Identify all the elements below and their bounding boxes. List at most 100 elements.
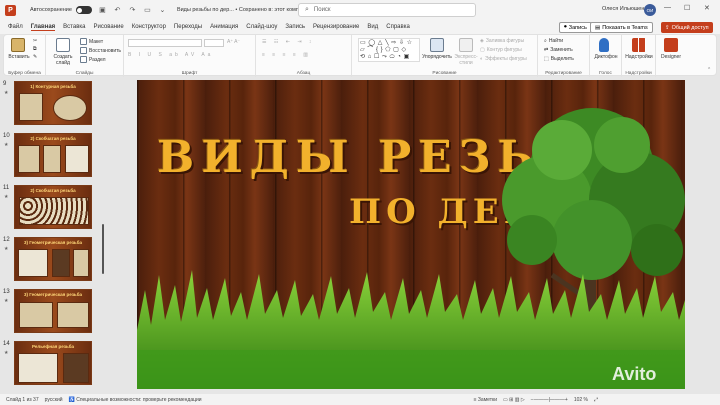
thumb-image bbox=[73, 249, 89, 277]
accessibility-status[interactable]: ♿ Специальные возможности: проверьте рек… bbox=[69, 397, 202, 403]
slide-thumbnail-10[interactable]: 2) Скобчатая резьба bbox=[14, 133, 92, 177]
slide-canvas[interactable]: ВИДЫ РЕЗЬБЫ ПО ДЕРЕВУ bbox=[137, 80, 685, 389]
undo-icon[interactable]: ↶ bbox=[113, 6, 122, 15]
thumb-image bbox=[19, 93, 43, 121]
thumb-image bbox=[19, 197, 89, 225]
alignment-icons[interactable]: ≡ ≡ ≡ ≡ ▥ bbox=[262, 52, 311, 58]
notes-button[interactable]: ≡ Заметки bbox=[474, 397, 497, 403]
thumb-image bbox=[52, 249, 70, 277]
layout-button[interactable]: Макет bbox=[80, 38, 103, 45]
thumb-number: 12 bbox=[3, 237, 10, 243]
paste-icon[interactable] bbox=[11, 38, 25, 52]
tab-view[interactable]: Вид bbox=[367, 24, 378, 30]
paste-button[interactable]: Вставить bbox=[4, 54, 34, 60]
font-style-icons[interactable]: B I U S ab AV Aa bbox=[128, 52, 213, 58]
slide-counter: Слайд 1 из 37 bbox=[6, 396, 39, 403]
dictate-button[interactable]: Диктофон bbox=[591, 54, 621, 60]
zoom-level[interactable]: 102 % bbox=[574, 397, 588, 403]
present-teams-button[interactable]: ▤ Показать в Teams bbox=[590, 22, 653, 33]
microphone-icon[interactable] bbox=[599, 38, 609, 52]
arrange-button[interactable]: Упорядочить bbox=[422, 54, 452, 60]
group-designer: Designer bbox=[656, 35, 686, 77]
font-size-select[interactable] bbox=[204, 39, 224, 47]
shape-fill-button[interactable]: ◈ Заливка фигуры bbox=[480, 38, 524, 44]
thumb-text bbox=[18, 249, 48, 277]
designer-icon[interactable] bbox=[664, 38, 678, 52]
slide-thumbnail-14[interactable]: Рельефная резьба bbox=[14, 341, 92, 385]
section-button[interactable]: Раздел bbox=[80, 56, 106, 63]
autosave-toggle[interactable] bbox=[75, 6, 92, 14]
language-indicator[interactable]: русский bbox=[45, 397, 63, 403]
slideshow-icon[interactable]: ▭ bbox=[143, 6, 152, 15]
animation-star-icon: ★ bbox=[4, 246, 9, 252]
reset-button[interactable]: Восстановить bbox=[80, 47, 121, 54]
user-name[interactable]: Олеся Ильюшенко bbox=[602, 6, 650, 12]
close-icon[interactable]: ✕ bbox=[704, 4, 710, 12]
shape-outline-label: Контур фигуры bbox=[486, 47, 522, 53]
shape-effects-label: Эффекты фигуры bbox=[485, 56, 527, 62]
fit-slide-icon[interactable]: ⤢ bbox=[594, 397, 598, 403]
tab-review[interactable]: Рецензирование bbox=[313, 24, 359, 30]
slide-thumbnail-13[interactable]: 3) Геометрическая резьба bbox=[14, 289, 92, 333]
tab-draw[interactable]: Рисование bbox=[93, 24, 123, 30]
arrange-icon[interactable] bbox=[430, 38, 444, 52]
addins-button[interactable]: Надстройки bbox=[624, 54, 654, 60]
tab-design[interactable]: Конструктор bbox=[132, 24, 166, 30]
list-icons[interactable]: ☰ ☷ ⇤ ⇥ ↕ bbox=[262, 39, 314, 45]
group-editing: ⌕ Найти ⇄ Заменить ⬚ Выделить Редактировани… bbox=[538, 35, 590, 77]
search-box[interactable]: ⌕ Поиск bbox=[298, 3, 476, 17]
view-buttons[interactable]: ▭ ⊞ ▥ ▷ bbox=[503, 397, 525, 403]
quick-styles-icon[interactable] bbox=[459, 38, 473, 52]
group-clipboard: Вставить ✂ ⧉ ✎ Буфер обмена bbox=[4, 35, 46, 77]
tab-file[interactable]: Файл bbox=[8, 24, 23, 30]
zoom-slider[interactable]: −———|———+ bbox=[531, 397, 568, 403]
record-button[interactable]: ⏺ Запись bbox=[559, 22, 592, 33]
format-painter-icon[interactable]: ✎ bbox=[33, 54, 37, 60]
status-bar: Слайд 1 из 37 русский ♿ Специальные возм… bbox=[0, 394, 720, 405]
designer-button[interactable]: Designer bbox=[656, 54, 686, 60]
record-label: Запись bbox=[568, 24, 587, 31]
quick-styles-button[interactable]: Экспресс-стили bbox=[451, 54, 481, 66]
maximize-icon[interactable]: ☐ bbox=[684, 4, 690, 12]
shapes-gallery[interactable]: ▭ ◯ △ ╲ ⇨ ⇩ ☆ ▱ ⌒ { } ⬠ ▢ ◇ ⟲ ⌂ ☐ ⤳ ⬭ ◔ ▣ bbox=[358, 38, 420, 62]
tab-help[interactable]: Справка bbox=[386, 24, 410, 30]
tab-insert[interactable]: Вставка bbox=[63, 24, 85, 30]
shape-outline-button[interactable]: ▢ Контур фигуры bbox=[480, 47, 522, 53]
avatar[interactable]: ОИ bbox=[644, 4, 656, 16]
share-button[interactable]: ⇪ Общий доступ bbox=[661, 22, 713, 33]
tab-record[interactable]: Запись bbox=[285, 24, 305, 30]
thumb-image bbox=[63, 353, 89, 383]
redo-icon[interactable]: ↷ bbox=[128, 6, 137, 15]
replace-button[interactable]: ⇄ Заменить bbox=[544, 47, 573, 53]
addins-icon[interactable] bbox=[632, 38, 646, 52]
paragraph-group-label: Абзац bbox=[296, 71, 311, 76]
slide-thumbnail-9[interactable]: 1) Контурная резьба bbox=[14, 81, 92, 125]
minimize-icon[interactable]: — bbox=[664, 4, 671, 11]
cut-icon[interactable]: ✂ bbox=[33, 38, 37, 44]
slide-thumbnail-11[interactable]: 2) Скобчатая резьба bbox=[14, 185, 92, 229]
group-font: A⁺ A⁻ B I U S ab AV Aa Шрифт bbox=[124, 35, 256, 77]
thumb-image bbox=[57, 302, 89, 328]
slide-thumbnail-pane[interactable]: 9 ★ 1) Контурная резьба 10 ★ 2) Скобчата… bbox=[0, 76, 104, 394]
animation-star-icon: ★ bbox=[4, 90, 9, 96]
notes-label: Заметки bbox=[477, 396, 498, 403]
shape-effects-button[interactable]: ◐ Эффекты фигуры bbox=[480, 56, 527, 62]
tab-transitions[interactable]: Переходы bbox=[174, 24, 202, 30]
font-size-controls-icon[interactable]: A⁺ A⁻ bbox=[227, 39, 240, 45]
save-icon[interactable]: ▣ bbox=[98, 6, 107, 15]
thumbnail-scrollbar[interactable] bbox=[102, 224, 104, 274]
collapse-ribbon-icon[interactable]: ⌃ bbox=[707, 67, 711, 73]
tab-animations[interactable]: Анимация bbox=[210, 24, 238, 30]
select-button[interactable]: ⬚ Выделить bbox=[544, 56, 574, 62]
font-family-select[interactable] bbox=[128, 39, 202, 47]
new-slide-icon[interactable] bbox=[56, 38, 70, 52]
document-title[interactable]: Виды резьбы по дер... • Сохранено в: это… bbox=[177, 7, 314, 13]
tab-slideshow[interactable]: Слайд-шоу bbox=[246, 24, 277, 30]
new-slide-button[interactable]: Создать слайд bbox=[48, 54, 78, 66]
customize-toolbar-icon[interactable]: ⌄ bbox=[158, 6, 167, 15]
slide-thumbnail-12[interactable]: 3) Геометрическая резьба bbox=[14, 237, 92, 281]
find-button[interactable]: ⌕ Найти bbox=[544, 38, 563, 44]
share-label: Общий доступ bbox=[671, 24, 709, 31]
tab-home[interactable]: Главная bbox=[30, 24, 56, 31]
copy-icon[interactable]: ⧉ bbox=[33, 46, 37, 52]
